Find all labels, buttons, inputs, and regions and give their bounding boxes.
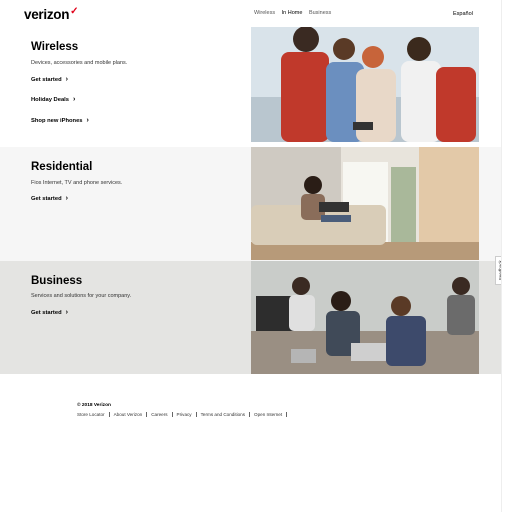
- footer-link-careers[interactable]: Careers: [147, 412, 173, 417]
- holiday-deals-link[interactable]: Holiday Deals ›: [31, 96, 75, 103]
- footer-links: Store Locator About Verizon Careers Privacy…: [77, 412, 288, 417]
- footer-link-about[interactable]: About Verizon: [109, 412, 148, 417]
- copyright-text: © 2018 Verizon: [77, 403, 111, 408]
- page-scrollbar[interactable]: [501, 0, 512, 512]
- link-label: Shop new iPhones: [31, 118, 83, 124]
- verizon-logo[interactable]: verizon✓: [24, 6, 79, 22]
- nav-business[interactable]: Business: [309, 10, 331, 16]
- chevron-right-icon: ›: [65, 76, 68, 83]
- residential-section: Residential Fios Internet, TV and phone …: [0, 147, 502, 261]
- footer-link-privacy[interactable]: Privacy: [172, 412, 197, 417]
- link-label: Get started: [31, 196, 62, 202]
- link-label: Holiday Deals: [31, 97, 70, 103]
- business-section: Business Services and solutions for your…: [0, 261, 502, 374]
- link-label: Get started: [31, 77, 62, 83]
- section-description: Services and solutions for your company.: [31, 293, 132, 299]
- chevron-right-icon: ›: [65, 195, 68, 202]
- business-get-started-link[interactable]: Get started ›: [31, 309, 68, 316]
- footer-link-store-locator[interactable]: Store Locator: [77, 412, 110, 417]
- top-nav: Wireless In Home Business: [254, 10, 336, 16]
- site-footer: © 2018 Verizon Store Locator About Verizo…: [77, 403, 288, 417]
- footer-link-terms[interactable]: Terms and Conditions: [196, 412, 251, 417]
- link-label: Get started: [31, 310, 62, 316]
- wireless-section: Wireless Devices, accessories and mobile…: [0, 27, 502, 147]
- section-title: Wireless: [31, 41, 79, 53]
- chevron-right-icon: ›: [86, 117, 89, 124]
- section-title: Business: [31, 275, 83, 287]
- logo-check-icon: ✓: [70, 6, 79, 17]
- wireless-get-started-link[interactable]: Get started ›: [31, 76, 68, 83]
- chevron-right-icon: ›: [73, 96, 76, 103]
- business-photo: [251, 261, 479, 374]
- shop-iphones-link[interactable]: Shop new iPhones ›: [31, 117, 89, 124]
- chevron-right-icon: ›: [65, 309, 68, 316]
- wireless-photo: [251, 27, 479, 142]
- footer-link-open-internet[interactable]: Open Internet: [250, 412, 288, 417]
- nav-wireless[interactable]: Wireless: [254, 10, 275, 16]
- residential-photo: [251, 147, 479, 260]
- residential-get-started-link[interactable]: Get started ›: [31, 195, 68, 202]
- section-description: Fios Internet, TV and phone services.: [31, 180, 123, 186]
- section-title: Residential: [31, 161, 93, 173]
- section-description: Devices, accessories and mobile plans.: [31, 60, 128, 66]
- language-link[interactable]: Español: [453, 11, 473, 17]
- logo-text: verizon: [24, 7, 70, 22]
- nav-in-home[interactable]: In Home: [282, 10, 303, 16]
- site-header: verizon✓ Wireless In Home Business Españ…: [0, 0, 502, 28]
